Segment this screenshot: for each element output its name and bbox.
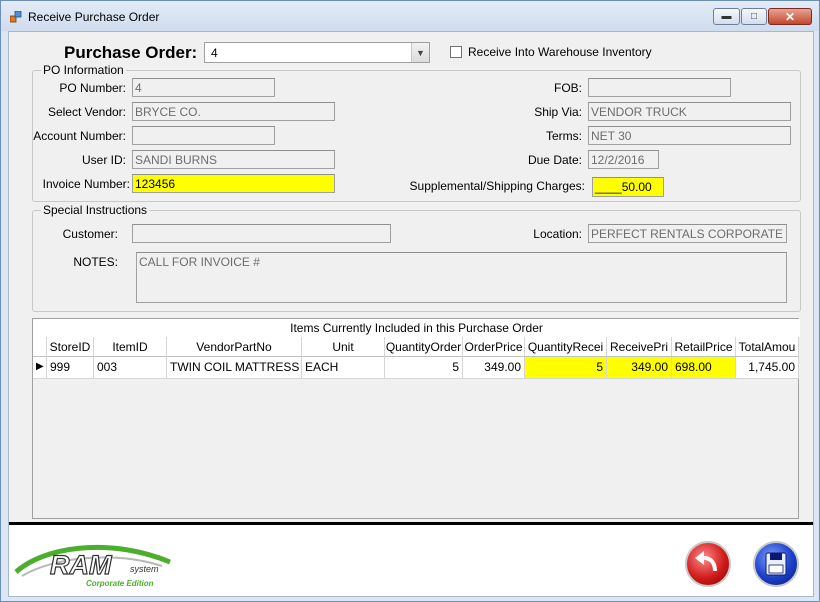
close-button[interactable]: ✕ [768, 8, 812, 25]
col-header-retailprice[interactable]: RetailPrice [672, 337, 736, 357]
chevron-down-icon[interactable]: ▼ [411, 43, 429, 62]
minimize-icon: ▬ [721, 11, 732, 22]
cell-vendorpartno[interactable]: TWIN COIL MATTRESS [167, 357, 302, 379]
ram-system-logo: RAM system Corporate Edition [14, 544, 171, 588]
fob-label: FOB: [553, 81, 582, 95]
customer-field[interactable] [132, 224, 391, 243]
minimize-button[interactable]: ▬ [713, 8, 740, 25]
user-id-label: User ID: [81, 153, 126, 167]
maximize-icon: □ [750, 11, 758, 22]
svg-text:RAM: RAM [50, 550, 112, 580]
floppy-disk-icon [765, 552, 787, 576]
col-header-receiveprice[interactable]: ReceivePri [607, 337, 672, 357]
location-label: Location: [533, 227, 582, 241]
window-title: Receive Purchase Order [28, 10, 160, 24]
terms-field[interactable]: NET 30 [588, 126, 791, 145]
vendor-label: Select Vendor: [47, 105, 126, 119]
col-header-vendorpartno[interactable]: VendorPartNo [167, 337, 302, 357]
cell-receiveprice[interactable]: 349.00 [607, 357, 672, 379]
col-header-storeid[interactable]: StoreID [47, 337, 94, 357]
svg-text:Corporate Edition: Corporate Edition [86, 579, 154, 588]
row-selector[interactable]: ▶ [33, 357, 47, 379]
items-grid: Items Currently Included in this Purchas… [32, 318, 800, 519]
due-date-label: Due Date: [527, 153, 582, 167]
location-field[interactable]: PERFECT RENTALS CORPORATE [588, 224, 787, 243]
save-button[interactable] [753, 541, 799, 587]
app-icon [10, 11, 22, 23]
close-icon: ✕ [784, 9, 796, 24]
cell-storeid[interactable]: 999 [47, 357, 94, 379]
col-header-orderprice[interactable]: OrderPrice [463, 337, 525, 357]
terms-label: Terms: [546, 129, 582, 143]
col-header-quantityreceived[interactable]: QuantityRecei [525, 337, 607, 357]
po-number-label: PO Number: [59, 81, 126, 95]
vendor-field[interactable]: BRYCE CO. [132, 102, 335, 121]
fob-field[interactable] [588, 78, 731, 97]
customer-label: Customer: [62, 227, 118, 241]
account-number-label: Account Number: [33, 129, 126, 143]
po-number-field[interactable]: 4 [132, 78, 275, 97]
col-header-totalamount[interactable]: TotalAmou [736, 337, 799, 357]
due-date-field[interactable]: 12/2/2016 [588, 150, 659, 169]
grid-corner [33, 337, 47, 357]
col-header-quantityorder[interactable]: QuantityOrder [385, 337, 463, 357]
cell-orderprice[interactable]: 349.00 [463, 357, 525, 379]
po-information-title: PO Information [41, 63, 126, 77]
form-client-area: Purchase Order: 4 ▼ Receive Into Warehou… [8, 31, 814, 597]
shipping-charges-label: Supplemental/Shipping Charges: [409, 179, 585, 193]
notes-field[interactable]: CALL FOR INVOICE # [136, 252, 787, 303]
app-window: Receive Purchase Order ▬ □ ✕ Purchase Or… [0, 0, 820, 602]
special-instructions-title: Special Instructions [41, 203, 150, 217]
grid-caption: Items Currently Included in this Purchas… [33, 319, 800, 337]
purchase-order-combo[interactable]: 4 ▼ [204, 42, 430, 63]
warehouse-checkbox-label[interactable]: Receive Into Warehouse Inventory [468, 45, 652, 59]
cell-retailprice[interactable]: 698.00 [672, 357, 736, 379]
back-button[interactable] [685, 541, 731, 587]
invoice-number-label: Invoice Number: [42, 177, 130, 191]
cell-unit[interactable]: EACH [302, 357, 385, 379]
row-pointer-icon: ▶ [36, 361, 44, 372]
cell-itemid[interactable]: 003 [94, 357, 167, 379]
cell-quantityorder[interactable]: 5 [385, 357, 463, 379]
warehouse-checkbox[interactable] [450, 46, 462, 58]
maximize-button[interactable]: □ [741, 8, 767, 25]
undo-arrow-icon [695, 551, 717, 572]
account-number-field[interactable] [132, 126, 275, 145]
footer: RAM system Corporate Edition [9, 525, 813, 596]
svg-text:system: system [130, 564, 159, 574]
shipping-charges-field[interactable]: ____50.00 [592, 177, 664, 197]
col-header-unit[interactable]: Unit [302, 337, 385, 357]
notes-label: NOTES: [73, 255, 118, 269]
cell-totalamount[interactable]: 1,745.00 [736, 357, 799, 379]
title-bar[interactable]: Receive Purchase Order ▬ □ ✕ [1, 1, 819, 31]
invoice-number-field[interactable]: 123456 [132, 174, 335, 193]
purchase-order-label: Purchase Order: [64, 43, 198, 62]
cell-quantityreceived[interactable]: 5 [525, 357, 607, 379]
ship-via-label: Ship Via: [534, 105, 582, 119]
ship-via-field[interactable]: VENDOR TRUCK [588, 102, 791, 121]
purchase-order-value: 4 [211, 46, 218, 60]
user-id-field[interactable]: SANDI BURNS [132, 150, 335, 169]
col-header-itemid[interactable]: ItemID [94, 337, 167, 357]
